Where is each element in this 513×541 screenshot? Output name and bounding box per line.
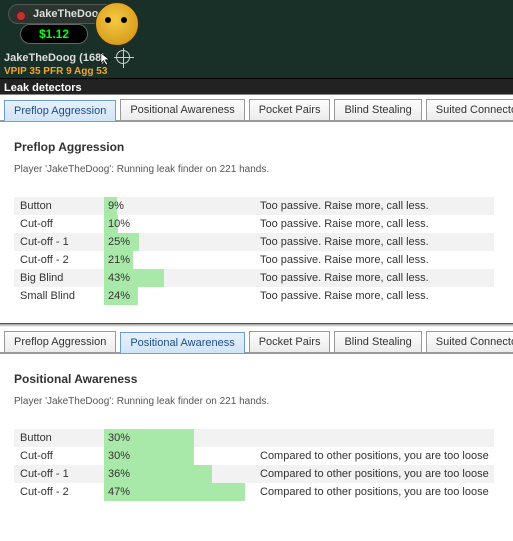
note-cell: Compared to other positions, you are too…: [254, 483, 494, 501]
section-heading: Preflop Aggression: [14, 140, 499, 154]
note-cell: Compared to other positions, you are too…: [254, 465, 494, 483]
hud-stats-line: VPIP 35 PFR 9 Agg 53: [4, 66, 107, 77]
percent-label: 10%: [104, 215, 254, 233]
note-cell: Too passive. Raise more, call less.: [254, 197, 494, 215]
percent-label: 36%: [104, 465, 254, 483]
leak-detectors-header: Leak detectors: [0, 78, 513, 95]
percent-label: 21%: [104, 251, 254, 269]
table-row: Big Blind43%Too passive. Raise more, cal…: [14, 269, 494, 287]
percent-cell: 25%: [104, 233, 254, 251]
position-cell: Cut-off: [14, 447, 104, 465]
percent-cell: 47%: [104, 483, 254, 501]
hud-player-label: JakeTheDoog (168): [4, 52, 105, 64]
table-row: Cut-off - 247%Compared to other position…: [14, 483, 494, 501]
percent-label: 25%: [104, 233, 254, 251]
position-cell: Big Blind: [14, 269, 104, 287]
player-name: JakeTheDoog: [33, 8, 105, 20]
position-cell: Cut-off - 2: [14, 251, 104, 269]
status-led-icon: [16, 11, 26, 21]
position-cell: Cut-off - 2: [14, 483, 104, 501]
section-preflop-aggression: Preflop Aggression Player 'JakeTheDoog':…: [0, 122, 513, 315]
percent-cell: 30%: [104, 429, 254, 447]
position-cell: Cut-off - 1: [14, 465, 104, 483]
tab-pocket-pairs[interactable]: Pocket Pairs: [249, 331, 331, 352]
percent-label: 9%: [104, 197, 254, 215]
table-row: Cut-off - 125%Too passive. Raise more, c…: [14, 233, 494, 251]
position-cell: Cut-off - 1: [14, 233, 104, 251]
leak-detectors-title: Leak detectors: [4, 82, 88, 94]
preflop-aggression-table: Button9%Too passive. Raise more, call le…: [14, 197, 494, 305]
note-cell: Compared to other positions, you are too…: [254, 447, 494, 465]
tab-preflop-aggression[interactable]: Preflop Aggression: [4, 100, 116, 121]
section-positional-awareness: Positional Awareness Player 'JakeTheDoog…: [0, 354, 513, 511]
table-row: Small Blind24%Too passive. Raise more, c…: [14, 287, 494, 305]
stack-badge: $1.12: [20, 24, 88, 44]
tab-positional-awareness[interactable]: Positional Awareness: [120, 332, 244, 353]
percent-label: 30%: [104, 447, 254, 465]
note-cell: Too passive. Raise more, call less.: [254, 287, 494, 305]
tab-preflop-aggression[interactable]: Preflop Aggression: [4, 331, 116, 352]
percent-cell: 30%: [104, 447, 254, 465]
table-row: Button30%: [14, 429, 494, 447]
percent-label: 43%: [104, 269, 254, 287]
percent-cell: 10%: [104, 215, 254, 233]
tabs-1: Preflop AggressionPositional AwarenessPo…: [0, 95, 513, 122]
percent-label: 47%: [104, 483, 254, 501]
percent-cell: 43%: [104, 269, 254, 287]
tab-positional-awareness[interactable]: Positional Awareness: [120, 99, 244, 120]
tabs-2: Preflop AggressionPositional AwarenessPo…: [0, 327, 513, 354]
percent-cell: 36%: [104, 465, 254, 483]
percent-cell: 9%: [104, 197, 254, 215]
section-subtitle: Player 'JakeTheDoog': Running leak finde…: [14, 396, 499, 407]
percent-cell: 24%: [104, 287, 254, 305]
section-heading: Positional Awareness: [14, 372, 499, 386]
table-row: Cut-off - 136%Compared to other position…: [14, 465, 494, 483]
tab-blind-stealing[interactable]: Blind Stealing: [334, 99, 421, 120]
note-cell: [254, 429, 494, 447]
position-cell: Button: [14, 197, 104, 215]
position-cell: Cut-off: [14, 215, 104, 233]
table-row: Button9%Too passive. Raise more, call le…: [14, 197, 494, 215]
percent-cell: 21%: [104, 251, 254, 269]
position-cell: Small Blind: [14, 287, 104, 305]
table-row: Cut-off30%Compared to other positions, y…: [14, 447, 494, 465]
percent-label: 24%: [104, 287, 254, 305]
percent-label: 30%: [104, 429, 254, 447]
position-cell: Button: [14, 429, 104, 447]
section-subtitle: Player 'JakeTheDoog': Running leak finde…: [14, 164, 499, 175]
cursor-icon: [100, 52, 114, 66]
tab-suited-connectors[interactable]: Suited Connectors: [426, 99, 513, 120]
tab-blind-stealing[interactable]: Blind Stealing: [334, 331, 421, 352]
tab-suited-connectors[interactable]: Suited Connectors: [426, 331, 513, 352]
tab-pocket-pairs[interactable]: Pocket Pairs: [249, 99, 331, 120]
note-cell: Too passive. Raise more, call less.: [254, 215, 494, 233]
note-cell: Too passive. Raise more, call less.: [254, 233, 494, 251]
table-row: Cut-off10%Too passive. Raise more, call …: [14, 215, 494, 233]
table-row: Cut-off - 221%Too passive. Raise more, c…: [14, 251, 494, 269]
positional-awareness-table: Button30%Cut-off30%Compared to other pos…: [14, 429, 494, 501]
crosshair-icon: [116, 50, 130, 64]
note-cell: Too passive. Raise more, call less.: [254, 251, 494, 269]
poker-hud: JakeTheDoog $1.12 JakeTheDoog (168) VPIP…: [0, 0, 513, 78]
note-cell: Too passive. Raise more, call less.: [254, 269, 494, 287]
avatar: [95, 2, 139, 46]
